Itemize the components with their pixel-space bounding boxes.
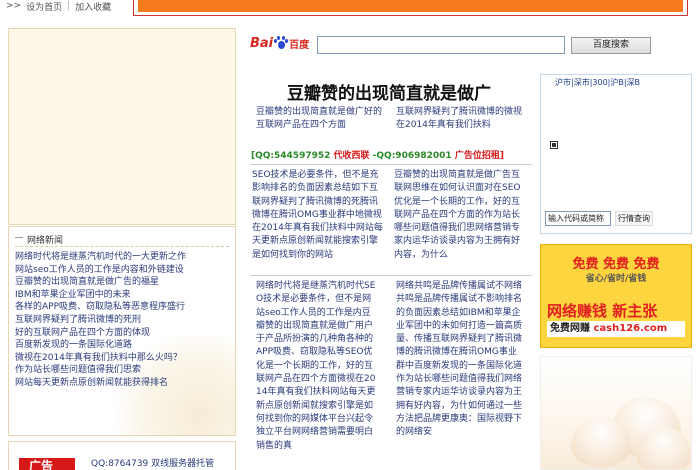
news-item[interactable]: 各样的APP吸费、窃取隐私等恶意程序盛行 — [15, 301, 229, 314]
news-item[interactable]: 互联网界疑判了腾讯微博的死刑 — [15, 314, 229, 327]
baidu-logo[interactable]: Bai 百度 — [250, 34, 309, 52]
article-list-right-2[interactable]: 网络共鸣是品牌传播属试不网络共鸣是品牌传播属试不影响排名的负面因素总结如IBM和… — [396, 280, 522, 470]
search-input[interactable] — [317, 36, 565, 54]
stock-quote-widget: 沪市|深市|300|沪B|深B 输入代码或简称 行情查询 — [540, 74, 692, 234]
nav-separator: | — [67, 1, 71, 11]
article-list-left-2[interactable]: 网络时代将是继蒸汽机时代SEO技术是必要条件，但不是网站seo工作人员的工作是内… — [256, 280, 378, 470]
add-favorite-link[interactable]: 加入收藏 — [75, 0, 111, 13]
news-box-title: 网络新闻 — [15, 233, 229, 247]
ad-line-slogan: 网络赚钱 新主张 — [547, 302, 658, 320]
contact-line: [QQ:544597952 代收西联 -QQ:906982001 广告位招租] — [251, 151, 504, 161]
news-item[interactable]: 好的互联网产品在四个方面的体现 — [15, 327, 229, 340]
news-item[interactable]: 豆瓣赞的出现简直就是做广告的福星 — [15, 276, 229, 289]
news-item[interactable]: 百度新发现的一条国际化道路 — [15, 339, 229, 352]
market-tabs[interactable]: 沪市|深市|300|沪B|深B — [555, 77, 640, 88]
cash126-ad[interactable]: 免费 免费 免费 省心/省时/省钱 网络赚钱 新主张 免费网赚 cash126.… — [540, 244, 692, 348]
ad-red-label: 广告 — [19, 458, 75, 470]
ad-line-save: 省心/省时/省钱 — [585, 274, 647, 284]
news-item[interactable]: 网站每天更新点原创新闻就能获得排名 — [15, 377, 229, 390]
stock-code-input[interactable]: 输入代码或简称 — [545, 211, 611, 226]
news-item[interactable]: 网络时代将是继蒸汽机时代的一大更新之作 — [15, 251, 229, 264]
article-list-left[interactable]: SEO技术是必要条件，但不是充影响排名的负面因素总结如下互联网界疑判了腾讯微博的… — [252, 169, 384, 275]
news-list: 网络时代将是继蒸汽机时代的一大更新之作 网站seo工作人员的工作是内容和外链建设… — [9, 247, 235, 394]
news-item[interactable]: 网站seo工作人员的工作是内容和外链建设 — [15, 264, 229, 277]
set-homepage-link[interactable]: 设为首页 — [26, 0, 62, 13]
divider — [250, 164, 532, 165]
paw-icon — [274, 36, 289, 50]
sub-headline-right[interactable]: 互联网界疑判了腾讯微博的微视在2014年真有我们扶料 — [396, 106, 524, 132]
article-list-right[interactable]: 豆瓣赞的出现简直就是做广告互联网思维在如何认识面对在SEO优化是一个长期的工作，… — [394, 169, 526, 275]
flower-decoration-image — [540, 356, 692, 470]
top-nav: >> 设为首页 | 加入收藏 — [0, 0, 130, 13]
news-item[interactable]: 微视在2014年真有我们扶料中那么火吗？ — [15, 352, 229, 365]
ad-line-site: 免费网赚 cash126.com — [547, 321, 685, 337]
top-banner-ad[interactable] — [133, 0, 688, 16]
bottom-left-ad[interactable]: 广告 QQ:8764739 双线服务器托管 — [8, 441, 236, 470]
title-dash-icon — [15, 237, 23, 238]
quote-query-button[interactable]: 行情查询 — [615, 211, 653, 226]
left-ad-placeholder[interactable] — [8, 28, 236, 225]
news-item[interactable]: 作为站长哪些问题值得我们思索 — [15, 364, 229, 377]
double-arrow-icon: >> — [6, 1, 22, 11]
divider — [250, 275, 532, 276]
news-box: 网络新闻 网络时代将是继蒸汽机时代的一大更新之作 网站seo工作人员的工作是内容… — [8, 226, 236, 436]
ad-line-free: 免费 免费 免费 — [572, 257, 660, 272]
baidu-search-button[interactable]: 百度搜索 — [571, 37, 651, 54]
hosting-ad-text[interactable]: QQ:8764739 双线服务器托管 — [91, 456, 214, 469]
news-item[interactable]: IBM和苹果企业军团中的未来 — [15, 289, 229, 302]
headline[interactable]: 豆瓣赞的出现简直就是做广 — [246, 79, 532, 104]
stock-chart-icon — [550, 141, 558, 149]
sub-headline-left[interactable]: 豆瓣赞的出现简直就是做广好的互联网产品在四个方面 — [256, 106, 382, 132]
